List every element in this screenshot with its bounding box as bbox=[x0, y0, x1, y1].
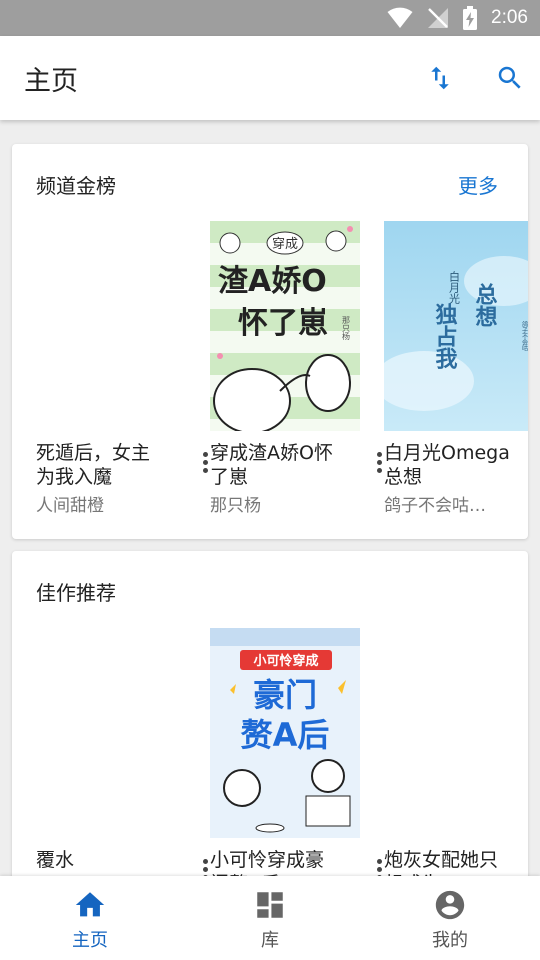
book-title: 死遁后，女主为我入魔 bbox=[36, 442, 151, 488]
more-link[interactable]: 更多 bbox=[458, 170, 498, 199]
account-icon bbox=[435, 890, 465, 920]
book-cover bbox=[36, 628, 186, 838]
cover-text: 怀了崽 bbox=[238, 306, 328, 341]
book-cover bbox=[384, 628, 528, 838]
swap-button[interactable] bbox=[420, 58, 460, 98]
book-card[interactable]: 穿成 渣A娇O 怀了崽 那只杨 穿成渣A娇O怀了崽 那只杨 bbox=[210, 221, 382, 516]
nav-label: 库 bbox=[261, 930, 279, 951]
more-vert-icon bbox=[376, 858, 382, 864]
more-vert-icon bbox=[376, 451, 382, 457]
more-vert-icon bbox=[202, 858, 208, 864]
section-title: 频道金榜 bbox=[36, 174, 116, 198]
wifi-icon bbox=[387, 7, 413, 28]
cover-text: 豪门 bbox=[253, 676, 317, 714]
home-icon bbox=[75, 892, 105, 917]
cover-text: 渣A娇O bbox=[218, 264, 327, 299]
nav-label: 主页 bbox=[72, 930, 108, 951]
nav-label: 我的 bbox=[432, 930, 468, 951]
app-bar: 主页 bbox=[0, 36, 540, 120]
book-cover: 小可怜穿成 豪门 赘A后 bbox=[210, 628, 360, 838]
cover-text: 独占我 bbox=[432, 303, 458, 370]
bottom-navigation: 主页 库 我的 bbox=[0, 876, 540, 960]
cover-text: 赘A后 bbox=[241, 716, 330, 754]
nav-item-library[interactable]: 库 bbox=[180, 876, 360, 960]
battery-charging-icon bbox=[463, 6, 478, 30]
cover-text: 白月光 bbox=[448, 270, 461, 305]
book-title: 白月光Omega总想 bbox=[384, 442, 510, 488]
swap-vert-icon bbox=[431, 66, 449, 90]
book-author: 那只杨 bbox=[210, 496, 261, 516]
section-recommended: 佳作推荐 覆水 小可怜穿成 豪门 赘A后 小可怜穿成豪门赘A后 bbox=[12, 551, 528, 881]
library-icon bbox=[257, 892, 283, 918]
section-channel-top: 频道金榜 更多 死遁后，女主为我入魔 人间甜橙 穿成 渣A娇O 怀了崽 那只杨 bbox=[12, 144, 528, 539]
book-cover bbox=[36, 221, 186, 431]
book-card[interactable]: 死遁后，女主为我入魔 人间甜橙 bbox=[36, 221, 208, 516]
cover-text: 穿成 bbox=[272, 236, 298, 252]
book-author: 鸽子不会咕… bbox=[384, 496, 486, 516]
book-cover: 白月光 总想 独占我 鸽子不会咕 bbox=[384, 221, 528, 431]
nav-item-account[interactable]: 我的 bbox=[360, 876, 540, 960]
cover-text: 总想 bbox=[472, 282, 498, 327]
no-signal-icon bbox=[428, 8, 449, 28]
nav-item-home[interactable]: 主页 bbox=[0, 876, 180, 960]
book-card[interactable]: 炮灰女配她只想成为 bbox=[384, 628, 528, 881]
search-icon bbox=[498, 66, 521, 89]
book-card[interactable]: 白月光 总想 独占我 鸽子不会咕 白月光Omega总想 鸽子不会咕… bbox=[384, 221, 528, 516]
status-bar: 2:06 bbox=[0, 0, 540, 36]
cover-text: 小可怜穿成 bbox=[253, 653, 318, 669]
book-card[interactable]: 小可怜穿成 豪门 赘A后 小可怜穿成豪门赘A后 bbox=[210, 628, 382, 881]
search-button[interactable] bbox=[490, 58, 530, 98]
more-vert-icon bbox=[202, 451, 208, 457]
book-title: 穿成渣A娇O怀了崽 bbox=[210, 442, 333, 488]
book-card[interactable]: 覆水 bbox=[36, 628, 208, 880]
book-cover: 穿成 渣A娇O 怀了崽 那只杨 bbox=[210, 221, 360, 431]
status-time: 2:06 bbox=[491, 7, 528, 28]
section-title: 佳作推荐 bbox=[36, 581, 116, 605]
page-title: 主页 bbox=[24, 65, 78, 97]
cover-text: 那只杨 bbox=[342, 316, 351, 341]
cover-text: 鸽子不会咕 bbox=[521, 320, 528, 352]
book-author: 人间甜橙 bbox=[36, 496, 104, 516]
